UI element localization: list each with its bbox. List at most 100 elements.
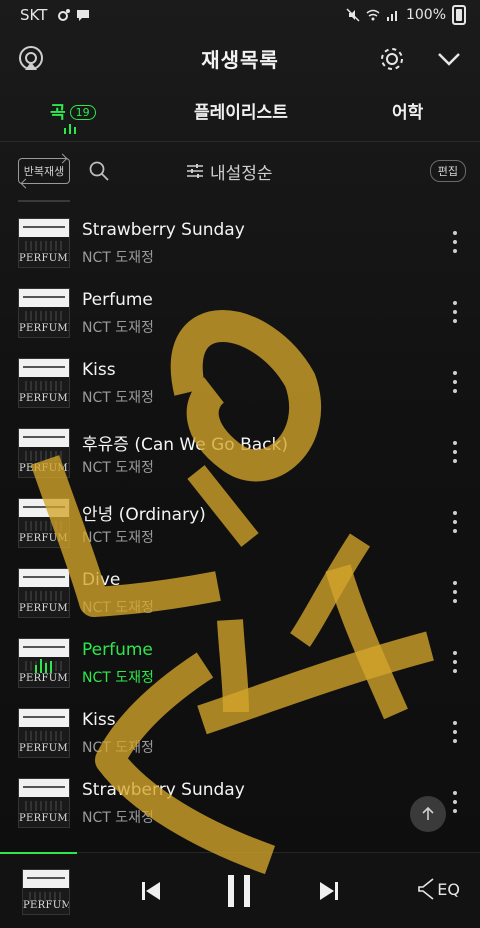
carrier-label: SKT: [20, 6, 48, 24]
playback-progress[interactable]: [0, 852, 77, 854]
album-art: PERFUME: [18, 708, 70, 758]
song-list: PERFUME Strawberry Sunday NCT 도재정 PERFUME Pe…: [0, 200, 480, 850]
settings-button[interactable]: [375, 42, 409, 76]
tab-language-label: 어학: [392, 103, 424, 123]
song-row[interactable]: PERFUME Dive NCT 도재정: [0, 564, 480, 634]
list-toolbar: 반복재생 내설정순 편집: [0, 156, 480, 188]
eq-label: EQ: [437, 879, 460, 899]
edit-label: 편집: [437, 165, 458, 178]
song-row[interactable]: PERFUME Kiss NCT 도재정: [0, 354, 480, 424]
wifi-icon: [366, 9, 380, 21]
skip-next-icon: [320, 882, 338, 900]
more-options-button[interactable]: [446, 298, 464, 326]
song-title: Dive: [82, 570, 121, 590]
pause-icon: [228, 875, 250, 907]
tab-bar: 곡 19 플레이리스트 어학: [0, 94, 480, 142]
now-playing-eq-icon: [35, 659, 55, 673]
status-bar: SKT 100%: [0, 0, 480, 30]
more-options-button[interactable]: [446, 718, 464, 746]
song-row[interactable]: PERFUME Strawberry Sunday NCT 도재정: [0, 214, 480, 284]
album-art-label: PERFUME: [19, 743, 70, 754]
album-art-label: PERFUME: [19, 603, 70, 614]
notification-icon: [58, 9, 71, 21]
album-art-label: PERFUME: [19, 533, 70, 544]
album-art: PERFUME: [18, 498, 70, 548]
battery-percent: 100%: [405, 7, 446, 23]
song-row[interactable]: PERFUME Perfume NCT 도재정: [0, 634, 480, 704]
search-icon[interactable]: [88, 160, 110, 182]
more-options-button[interactable]: [446, 508, 464, 536]
song-artist: NCT 도재정: [82, 740, 154, 756]
album-art-label: PERFUME: [19, 673, 70, 684]
song-artist: NCT 도재정: [82, 810, 154, 826]
equalizer-button[interactable]: EQ: [417, 877, 460, 901]
app-root: SKT 100% 재생목록 곡 19 플레이리스트 어학 반복재생 내설정순 편…: [0, 0, 480, 928]
album-art-label: PERFUME: [19, 253, 70, 264]
song-title: 후유증 (Can We Go Back): [82, 435, 288, 455]
tab-songs[interactable]: 곡 19: [50, 98, 96, 123]
album-art: PERFUME: [18, 428, 70, 478]
album-art: PERFUME: [18, 638, 70, 688]
more-options-button[interactable]: [446, 368, 464, 396]
song-artist: NCT 도재정: [82, 600, 154, 616]
collapse-button[interactable]: [432, 42, 466, 76]
song-title: Strawberry Sunday: [82, 780, 245, 800]
signal-icon: [386, 11, 397, 21]
sliders-icon: [187, 164, 203, 178]
tab-playlists[interactable]: 플레이리스트: [194, 98, 288, 123]
song-title: 안녕 (Ordinary): [82, 505, 206, 525]
song-artist: NCT 도재정: [82, 460, 154, 476]
now-playing-album-art[interactable]: PERFUME: [22, 869, 70, 915]
album-art: PERFUME: [18, 358, 70, 408]
album-art-label: PERFUME: [19, 813, 70, 824]
more-options-button[interactable]: [446, 578, 464, 606]
next-button[interactable]: [314, 873, 344, 909]
playing-indicator-icon: [64, 124, 76, 134]
previous-button[interactable]: [136, 873, 166, 909]
song-artist: NCT 도재정: [82, 530, 154, 546]
song-artist: NCT 도재정: [82, 670, 154, 686]
album-art: PERFUME: [18, 218, 70, 268]
song-row[interactable]: PERFUME Kiss NCT 도재정: [0, 704, 480, 774]
repeat-button[interactable]: 반복재생: [18, 158, 70, 184]
song-row[interactable]: PERFUME Perfume NCT 도재정: [0, 284, 480, 354]
skip-previous-icon: [142, 882, 160, 900]
album-art: PERFUME: [18, 778, 70, 828]
tab-language[interactable]: 어학: [392, 98, 423, 123]
album-art: PERFUME: [18, 568, 70, 618]
song-row[interactable]: PERFUME 안녕 (Ordinary) NCT 도재정: [0, 494, 480, 564]
song-row[interactable]: PERFUME Strawberry Sunday NCT 도재정: [0, 774, 480, 844]
song-artist: NCT 도재정: [82, 320, 154, 336]
edit-button[interactable]: 편집: [429, 160, 466, 182]
song-artist: NCT 도재정: [82, 250, 154, 266]
sort-button[interactable]: 내설정순: [186, 156, 273, 186]
album-art: PERFUME: [18, 288, 70, 338]
album-art-label: PERFUME: [19, 393, 70, 404]
battery-icon: [452, 5, 466, 25]
song-count-badge: 19: [69, 105, 96, 120]
pause-button[interactable]: [222, 873, 256, 909]
repeat-label: 반복재생: [23, 165, 65, 178]
mute-icon: [346, 8, 360, 22]
more-options-button[interactable]: [446, 648, 464, 676]
scroll-to-top-button[interactable]: [410, 796, 446, 832]
gear-icon: [381, 48, 403, 70]
album-art-label: PERFUME: [23, 900, 69, 911]
song-title: Kiss: [82, 710, 116, 730]
more-options-button[interactable]: [446, 438, 464, 466]
more-options-button[interactable]: [446, 788, 464, 816]
song-title: Strawberry Sunday: [82, 220, 245, 240]
album-art-label: PERFUME: [19, 323, 70, 334]
sort-label: 내설정순: [210, 163, 273, 184]
song-title: Perfume: [82, 640, 153, 660]
arrow-up-icon: [422, 806, 434, 820]
tab-playlists-label: 플레이리스트: [194, 103, 288, 123]
message-icon: [77, 10, 90, 21]
more-options-button[interactable]: [446, 228, 464, 256]
previous-row-edge: [18, 200, 70, 202]
song-artist: NCT 도재정: [82, 390, 154, 406]
song-title: Perfume: [82, 290, 153, 310]
mini-player: PERFUME EQ: [0, 852, 480, 928]
chevron-down-icon: [438, 53, 460, 66]
song-row[interactable]: PERFUME 후유증 (Can We Go Back) NCT 도재정: [0, 424, 480, 494]
